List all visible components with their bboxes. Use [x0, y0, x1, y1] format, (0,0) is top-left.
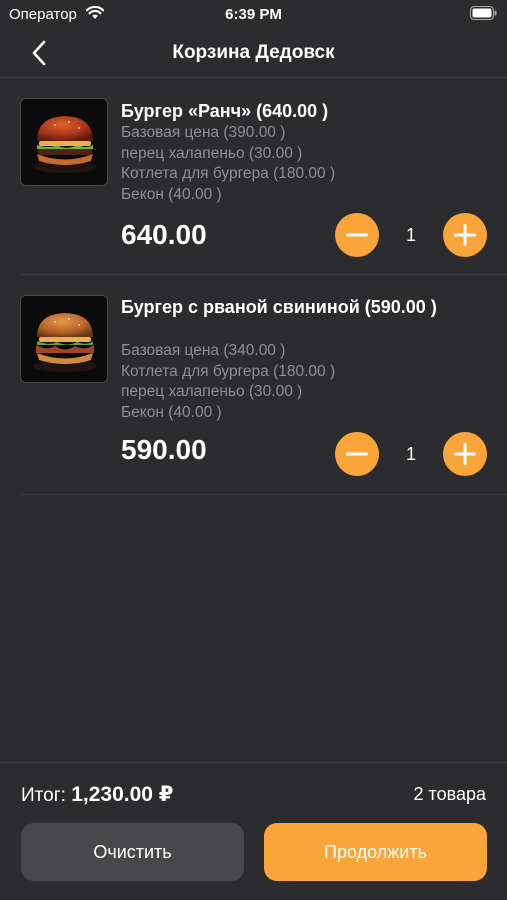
- status-bar: Оператор 6:39 PM: [0, 0, 507, 30]
- cart-item: Бургер «Ранч» (640.00 ) Базовая цена (39…: [20, 79, 507, 275]
- cart-footer: Итог: 1,230.00 ₽ 2 товара Очистить Продо…: [0, 762, 507, 900]
- burger-photo: [20, 295, 108, 383]
- modifier-line: перец халапеньо (30.00 ): [121, 144, 303, 162]
- continue-button[interactable]: Продолжить: [264, 823, 487, 881]
- status-time: 6:39 PM: [225, 6, 282, 23]
- cart-item: Бургер с рваной свининой (590.00 ) Базов…: [20, 275, 507, 495]
- plus-icon: [454, 443, 476, 465]
- modifier-line: перец халапеньо (30.00 ): [121, 383, 303, 400]
- clear-cart-button[interactable]: Очистить: [21, 823, 244, 881]
- minus-icon: [346, 452, 368, 456]
- modifier-line: Базовая цена (340.00 ): [121, 342, 286, 359]
- total-value: 1,230.00 ₽: [71, 783, 174, 806]
- item-modifiers: Базовая цена (390.00 ) перец халапеньо (…: [121, 123, 491, 205]
- modifier-line: Базовая цена (390.00 ): [121, 124, 286, 141]
- decrease-quantity-button[interactable]: [335, 432, 379, 476]
- modifier-line: Котлета для бургера (180.00 ): [121, 165, 336, 182]
- battery-icon: [470, 6, 497, 20]
- page-title: Корзина Дедовск: [172, 42, 335, 63]
- increase-quantity-button[interactable]: [443, 213, 487, 257]
- item-modifiers: Базовая цена (340.00 ) Котлета для бурге…: [121, 341, 491, 423]
- item-name: Бургер с рваной свининой (590.00 ): [121, 297, 437, 317]
- order-total: Итог: 1,230.00 ₽: [21, 782, 173, 807]
- nav-bar: Корзина Дедовск: [0, 30, 507, 78]
- item-count: 2 товара: [413, 784, 486, 804]
- modifier-line: Бекон (40.00 ): [121, 185, 222, 203]
- total-label: Итог:: [21, 785, 66, 806]
- item-price: 640.00: [121, 219, 207, 250]
- minus-icon: [346, 233, 368, 237]
- modifier-line: Котлета для бургера (180.00 ): [121, 362, 336, 380]
- item-name: Бургер «Ранч» (640.00 ): [121, 101, 329, 121]
- decrease-quantity-button[interactable]: [335, 213, 379, 257]
- burger-photo: [20, 98, 108, 186]
- cart-screen: Оператор 6:39 PM Корзина Дедовск Бургер …: [0, 0, 507, 900]
- quantity-value: 1: [405, 225, 416, 245]
- item-price: 590.00: [121, 434, 207, 465]
- increase-quantity-button[interactable]: [443, 432, 487, 476]
- quantity-value: 1: [405, 444, 416, 464]
- plus-icon: [454, 224, 476, 246]
- modifier-line: Бекон (40.00 ): [121, 403, 222, 421]
